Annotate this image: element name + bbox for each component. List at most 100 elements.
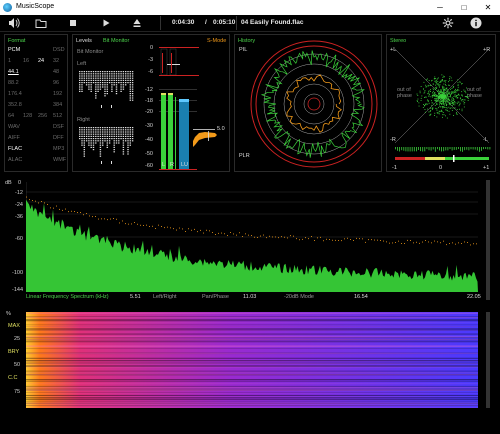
format-cell: 32 — [53, 58, 60, 64]
tick-3: -3 — [148, 57, 153, 63]
pil-label: PIL — [239, 47, 248, 53]
y-tick-60: -60 — [15, 236, 23, 242]
stereo-title: Stereo — [390, 38, 407, 44]
y-label-75: 75 — [14, 389, 21, 395]
bit-monitor-left — [79, 71, 134, 108]
y-tick-36: -36 — [15, 214, 23, 220]
format-cell: DFF — [53, 135, 64, 141]
meter-label-l: L — [162, 162, 166, 168]
format-cell: 96 — [53, 80, 60, 86]
y-label-cc: C.C — [8, 375, 18, 381]
level-meter-ticks: -12 -18 -20 -30 -40 -50 -60 — [141, 85, 159, 171]
tick-50: -50 — [145, 151, 153, 157]
format-cell: ALAC — [8, 157, 23, 163]
mode-20db[interactable]: -20dB Mode — [284, 294, 314, 300]
tick-18: -18 — [145, 98, 153, 104]
format-cell: WMF — [53, 157, 67, 163]
format-cell: 88.2 — [8, 80, 19, 86]
speaker-icon[interactable] — [8, 17, 20, 29]
format-cell: AIFF — [8, 135, 20, 141]
x-tick-5-51: 5.51 — [130, 294, 141, 300]
bit-monitor-right — [79, 127, 134, 164]
right-channel-label: Right — [77, 117, 90, 123]
meter-label-r: R — [170, 162, 174, 168]
spectrum-db-unit: dB — [5, 180, 12, 186]
y-tick-24: -24 — [15, 202, 23, 208]
time-separator: / — [205, 19, 207, 26]
left-channel-label: Left — [77, 61, 87, 67]
format-cell: 176.4 — [8, 91, 22, 97]
y-label-max: MAX — [8, 323, 20, 329]
maximize-button[interactable]: □ — [452, 0, 476, 15]
spectrum-chart — [26, 182, 478, 292]
mode-pan-phase[interactable]: Pan/Phase — [202, 294, 229, 300]
y-tick-100: -100 — [12, 270, 24, 276]
x-tick-22-05: 22.05 — [467, 294, 481, 300]
peak-value: 5.0 — [217, 126, 225, 132]
tick-40: -40 — [145, 137, 153, 143]
format-cell: 192 — [53, 91, 63, 97]
close-button[interactable]: ✕ — [476, 0, 500, 15]
info-icon[interactable] — [470, 17, 482, 29]
folder-icon[interactable] — [35, 17, 47, 29]
format-cell: 512 — [53, 113, 63, 119]
spectrogram-unit: % — [6, 311, 11, 317]
phase-plus: +1 — [483, 165, 490, 171]
spectrogram-chart — [26, 312, 478, 408]
tick-0: 0 — [149, 45, 153, 51]
x-tick-16-54: 16.54 — [354, 294, 368, 300]
tick-20: -20 — [145, 109, 153, 115]
y-label-25: 25 — [14, 336, 21, 342]
history-panel: History PIL PLR — [234, 34, 382, 172]
spectrogram-scrollbar[interactable] — [486, 312, 490, 408]
format-cell: DSF — [53, 124, 64, 130]
y-tick-0: 0 — [18, 180, 22, 186]
minimize-button[interactable]: ─ — [428, 0, 452, 15]
phase-zero: 0 — [439, 165, 443, 171]
app-icon — [3, 3, 12, 12]
bit-monitor-title: Bit Monitor — [103, 38, 130, 44]
y-tick-144: -144 — [12, 287, 24, 293]
stereo-panel: Stereo +L +R -R -L out of phase out of p… — [386, 34, 496, 172]
track-name: 04 Easily Found.flac — [241, 19, 304, 26]
format-cell: 256 — [38, 113, 48, 119]
stereo-scope — [395, 49, 489, 143]
format-cell: MP3 — [53, 146, 65, 152]
play-icon[interactable] — [100, 17, 112, 29]
mode-left-right[interactable]: Left/Right — [153, 294, 177, 300]
gear-icon[interactable] — [442, 17, 454, 29]
history-radar — [250, 40, 378, 168]
eject-icon[interactable] — [131, 17, 143, 29]
format-title: Format — [8, 38, 26, 44]
tick-6: -6 — [148, 69, 153, 75]
duration-time: 0:05:10 — [213, 19, 236, 26]
format-cell: 48 — [53, 69, 60, 75]
spectrum-panel: dB 0 -12 -24 -36 -60 -100 -144 Linear Fr… — [4, 177, 490, 301]
levels-title: Levels — [76, 38, 92, 44]
phase-minus: -1 — [392, 165, 397, 171]
tick-30: -30 — [145, 123, 153, 129]
format-cell: 44.1 — [8, 69, 19, 75]
spectrum-axis-label: Linear Frequency Spectrum (kHz) — [26, 294, 109, 300]
title-bar: MusicScope ─ □ ✕ — [0, 0, 500, 15]
meter-label-lu: LU — [181, 162, 189, 168]
y-label-50: 50 — [14, 362, 21, 368]
tick-60: -60 — [145, 163, 153, 169]
peak-meter-ticks: 0 -3 -6 — [141, 45, 159, 79]
spectrum-scrollbar[interactable] — [486, 180, 490, 300]
tick-12: -12 — [145, 87, 153, 93]
format-grid: PCM DSD 1 16 24 32 44.1 48 88.2 96 176.4 192 352.8 38… — [8, 47, 66, 169]
stop-icon[interactable] — [67, 17, 79, 29]
format-cell: PCM — [8, 47, 21, 53]
format-cell: 128 — [23, 113, 33, 119]
format-panel: Format PCM DSD 1 16 24 32 44.1 48 88.2 96 176.4 192… — [4, 34, 68, 172]
peak-meter — [159, 47, 199, 76]
format-cell: 1 — [8, 58, 12, 64]
x-tick-11-03: 11.03 — [243, 294, 257, 300]
y-label-bry: BRY — [8, 349, 20, 355]
format-cell: WAV — [8, 124, 20, 130]
position-time: 0:04:30 — [172, 19, 195, 26]
format-cell: 352.8 — [8, 102, 22, 108]
bit-monitor-sub: Bit Monitor — [77, 49, 104, 55]
format-cell: 384 — [53, 102, 63, 108]
